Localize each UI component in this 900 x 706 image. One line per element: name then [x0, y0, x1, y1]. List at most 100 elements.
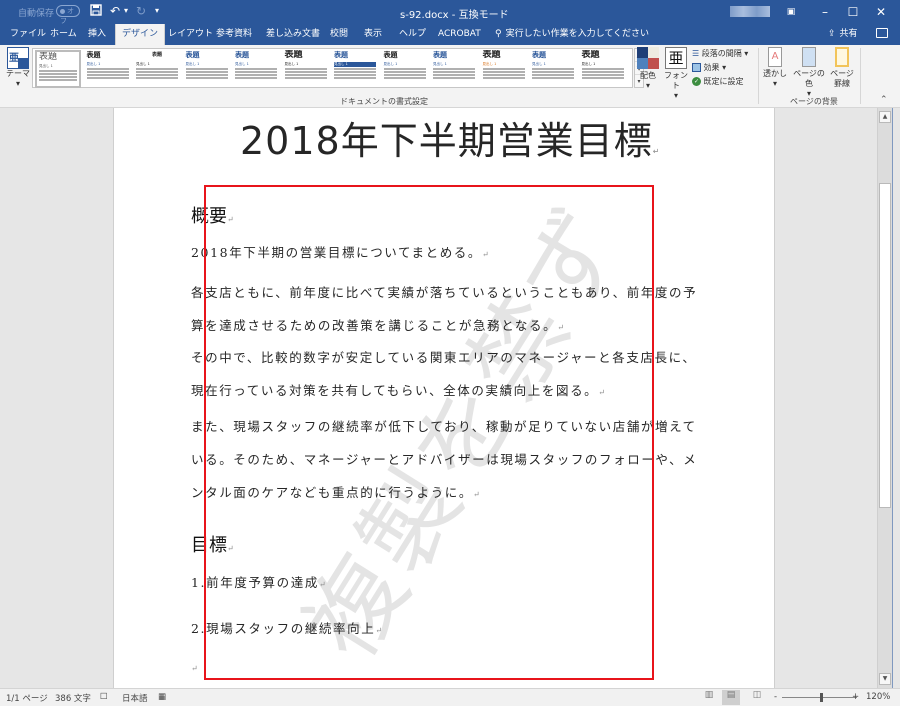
toggle-dot-icon — [60, 8, 65, 14]
style-set-item[interactable]: 表題 見出し 1 — [134, 50, 180, 88]
effects-label: 効果 — [703, 63, 720, 72]
print-layout-icon[interactable]: ▤ — [722, 690, 740, 705]
word-count[interactable]: 386 文字 — [55, 692, 91, 704]
zoom-level[interactable]: 120% — [866, 692, 890, 702]
paragraph-mark: ↵ — [652, 147, 661, 156]
watermark-button[interactable]: A 透かし ▾ — [762, 47, 788, 89]
vertical-scrollbar[interactable]: ▲ ▼ — [877, 108, 892, 688]
style-set-preview-line — [284, 68, 327, 70]
document-heading[interactable]: 2018年下半期営業目標↵ — [240, 110, 660, 165]
language[interactable]: 日本語 — [122, 692, 148, 704]
set-default-label: 既定に設定 — [703, 77, 744, 86]
tab-home[interactable]: ホーム — [44, 24, 83, 45]
close-button[interactable]: ✕ — [868, 2, 894, 22]
style-set-preview-line — [581, 74, 624, 76]
style-set-preview-line — [334, 71, 376, 73]
tell-me-box[interactable]: ⚲ 実行したい作業を入力してください — [495, 24, 649, 45]
style-set-preview-line — [185, 74, 228, 76]
read-mode-icon[interactable]: ▥ — [700, 690, 718, 705]
scroll-thumb[interactable] — [879, 183, 891, 508]
style-set-item[interactable]: 表題見出し 1 — [382, 50, 428, 88]
tab-references[interactable]: 参考資料 — [210, 24, 258, 45]
undo-icon[interactable]: ↶ — [110, 4, 120, 18]
zoom-out-button[interactable]: - — [774, 692, 777, 702]
share-icon: ⇪ — [828, 29, 836, 39]
macro-icon[interactable]: ▦ — [158, 692, 166, 702]
watermark-label: 透かし — [763, 69, 787, 78]
document-page[interactable]: 複製を禁ず 2018年下半期営業目標↵ 概要↵ 2018年下半期の営業目標につい… — [113, 108, 775, 688]
style-set-item[interactable]: 表題見出し 1 — [530, 50, 576, 88]
style-set-item[interactable]: 表題見出し 1 — [85, 50, 131, 88]
style-set-preview-line — [383, 71, 426, 73]
style-set-item[interactable]: 表題 見出し 1 — [431, 50, 477, 88]
style-set-item[interactable]: 表題 見出し 1 — [184, 50, 230, 88]
style-set-item[interactable]: 表題 見出し 1 — [35, 50, 81, 88]
share-label: 共有 — [839, 29, 858, 39]
style-set-title: 表題 — [383, 51, 398, 59]
style-set-heading: 見出し 1 — [185, 62, 200, 66]
paragraph-spacing-button[interactable]: ☰ 段落の間隔 ▾ — [692, 48, 748, 60]
style-set-heading: 見出し 1 — [532, 62, 546, 66]
style-set-title: 表題 — [86, 51, 101, 59]
style-set-preview-line — [136, 68, 178, 70]
tab-mailings[interactable]: 差し込み文書 — [260, 24, 326, 45]
proofing-icon[interactable]: ☐ — [100, 692, 108, 702]
style-set-preview-line — [532, 74, 574, 76]
title-bar: 自動保存 オフ ↶ ▾ ↻ ▾ s-92.docx - 互換モード ▣ – ☐ … — [0, 0, 900, 25]
redo-icon[interactable]: ↻ — [136, 4, 146, 18]
scroll-up-icon[interactable]: ▲ — [879, 111, 891, 123]
colors-label: 配色 — [640, 71, 656, 80]
style-set-title: 表題 — [532, 51, 546, 59]
themes-button[interactable]: 亜 テーマ ▾ — [4, 47, 32, 91]
user-account-blurred[interactable] — [730, 6, 770, 17]
scroll-down-icon[interactable]: ▼ — [879, 673, 891, 685]
style-set-gallery: 表題 見出し 1 表題 見出し 1 表題 見出し 1 表題 見出し 1 表題 見出し 1 表題 見出し… — [32, 48, 633, 88]
tab-design[interactable]: デザイン — [115, 24, 166, 45]
undo-dropdown-icon[interactable]: ▾ — [124, 4, 128, 18]
style-set-preview-line — [334, 74, 376, 76]
tab-help[interactable]: ヘルプ — [393, 24, 432, 45]
customize-qat-icon[interactable]: ▾ — [155, 4, 159, 18]
colors-button[interactable]: 配色 ▾ — [636, 47, 660, 91]
style-set-preview-line — [433, 77, 475, 79]
style-set-item[interactable]: 表題 見出し 1 — [332, 50, 378, 88]
style-set-preview-line — [482, 71, 525, 73]
style-set-item[interactable]: 表題 見出し 1 — [481, 50, 527, 88]
zoom-in-button[interactable]: + — [852, 692, 859, 702]
style-set-preview-line — [235, 68, 277, 70]
set-as-default-button[interactable]: ✓ 既定に設定 — [692, 76, 744, 88]
style-set-item[interactable]: 表題 見出し 1 — [580, 50, 626, 88]
page-borders-button[interactable]: ページ罫線 — [830, 47, 854, 89]
tell-me-placeholder: 実行したい作業を入力してください — [505, 29, 650, 39]
style-set-title: 表題 — [482, 50, 501, 60]
save-icon[interactable] — [90, 4, 102, 19]
page-count[interactable]: 1/1 ページ — [6, 692, 48, 704]
share-button[interactable]: ⇪ 共有 — [828, 24, 858, 45]
page-color-button[interactable]: ページの色 ▾ — [790, 47, 828, 99]
style-set-heading: 見出し 1 — [383, 62, 398, 66]
minimize-button[interactable]: – — [812, 2, 838, 22]
web-layout-icon[interactable]: ◫ — [748, 690, 766, 705]
style-set-preview-line — [581, 77, 624, 79]
style-set-title: 表題 — [433, 51, 447, 59]
autosave-label: 自動保存 — [18, 9, 55, 19]
tab-acrobat[interactable]: ACROBAT — [432, 24, 487, 45]
ribbon-display-options-icon[interactable]: ▣ — [778, 2, 804, 22]
style-set-item[interactable]: 表題 見出し 1 — [233, 50, 279, 88]
effects-button[interactable]: 効果 ▾ — [692, 62, 726, 74]
autosave-toggle[interactable]: オフ — [56, 5, 80, 25]
document-canvas: 複製を禁ず 2018年下半期営業目標↵ 概要↵ 2018年下半期の営業目標につい… — [0, 108, 877, 688]
zoom-slider-thumb[interactable] — [820, 693, 824, 702]
comment-icon[interactable] — [876, 28, 888, 38]
fonts-button[interactable]: 亜 フォント ▾ — [662, 47, 690, 101]
style-set-preview-line — [185, 68, 228, 70]
style-set-heading: 見出し 1 — [86, 62, 101, 66]
tab-view[interactable]: 表示 — [358, 24, 388, 45]
tab-insert[interactable]: 挿入 — [82, 24, 112, 45]
style-set-preview-line — [86, 74, 129, 76]
collapse-ribbon-icon[interactable]: ⌃ — [880, 95, 888, 105]
maximize-button[interactable]: ☐ — [840, 2, 866, 22]
tab-review[interactable]: 校閲 — [324, 24, 354, 45]
style-set-item[interactable]: 表題 見出し 1 — [283, 50, 329, 88]
style-set-preview-line — [284, 74, 327, 76]
